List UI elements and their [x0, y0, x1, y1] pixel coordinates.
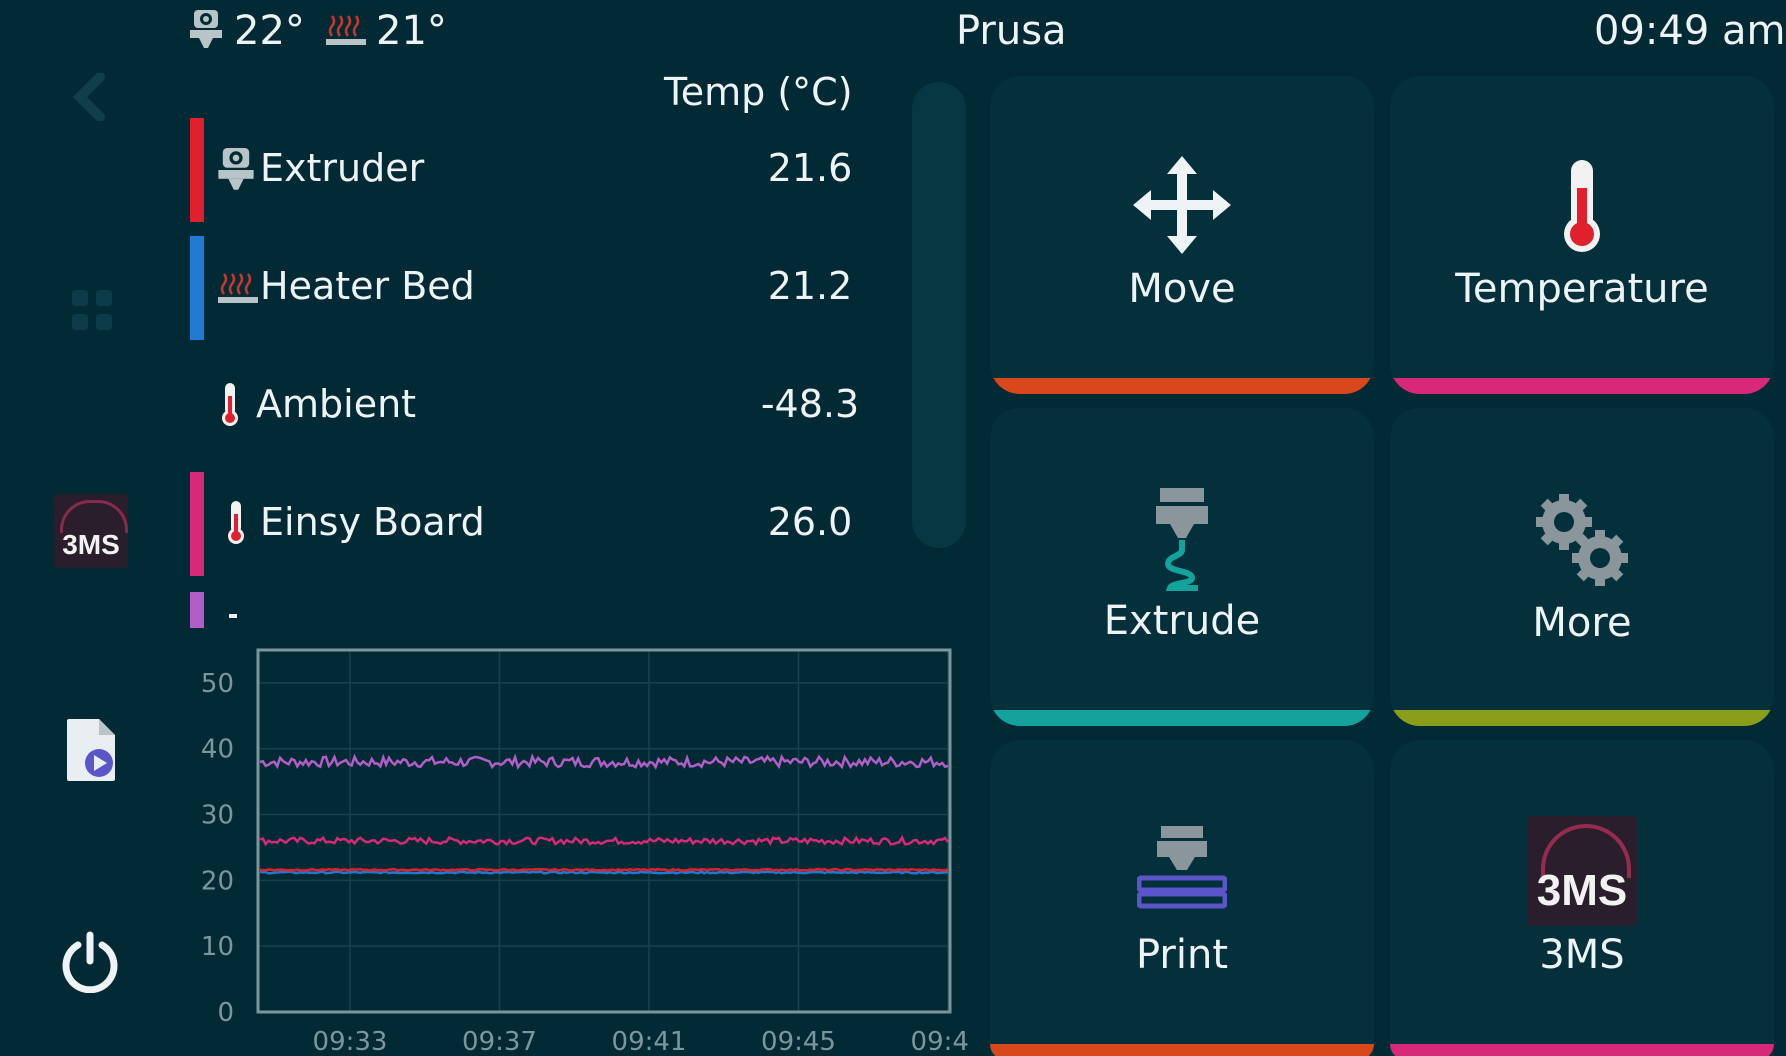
temperature-list-scrollbar[interactable] [912, 82, 966, 548]
tile-label: More [1532, 600, 1632, 646]
printer-name: Prusa [956, 8, 1067, 54]
3ms-logo: 3MS [1527, 816, 1637, 926]
gears-icon [1536, 494, 1628, 586]
extruder-temp: 22° [234, 8, 305, 54]
sensor-row-einsy-board[interactable]: Einsy Board 26.0 [190, 472, 890, 576]
power-icon [62, 931, 118, 993]
grid-icon [72, 290, 112, 330]
move-arrows-icon [1133, 156, 1231, 254]
3ms-button[interactable]: 3MS 3MS [1390, 740, 1774, 1056]
bed-temp: 21° [376, 8, 447, 54]
tile-accent [990, 710, 1374, 726]
tile-label: Temperature [1455, 266, 1709, 312]
tile-accent [990, 378, 1374, 394]
power-button[interactable] [56, 926, 124, 998]
tile-label: Print [1135, 932, 1228, 978]
y-tick-label: 0 [217, 998, 234, 1028]
sensor-color-bar [190, 472, 204, 576]
series-line [259, 834, 950, 847]
tile-accent [1390, 378, 1774, 394]
print-icon [1137, 826, 1227, 909]
series-line [259, 867, 949, 872]
sensor-value: 26.0 [767, 500, 853, 544]
thermometer-icon [222, 383, 238, 426]
3ms-logo-text: 3MS [62, 529, 120, 560]
x-tick-label: 09:33 [313, 1027, 388, 1056]
more-button[interactable]: More [1390, 408, 1774, 726]
back-button[interactable] [60, 62, 120, 132]
x-tick-label: 09:41 [612, 1027, 687, 1056]
extruder-icon [218, 148, 254, 190]
y-tick-label: 10 [201, 932, 234, 962]
sensor-row-extruder[interactable]: Extruder 21.6 [190, 118, 890, 222]
sensor-row-heater-bed[interactable]: Heater Bed 21.2 [190, 236, 890, 340]
move-button[interactable]: Move [990, 76, 1374, 394]
tile-accent [990, 1044, 1374, 1056]
temperature-chart: 50 40 30 20 10 0 09:33 09:37 09:41 09:45 09:49 [201, 648, 970, 1056]
extrude-button[interactable]: Extrude [990, 408, 1374, 726]
chart-frame [256, 648, 952, 1014]
print-button[interactable]: Print [990, 740, 1374, 1056]
heater-bed-icon [326, 15, 366, 45]
y-tick-label: 50 [201, 669, 234, 699]
thermometer-icon [1564, 160, 1600, 252]
tile-label: 3MS [1539, 932, 1625, 978]
temp-header: Temp (°C) [664, 70, 853, 114]
clock: 09:49 am [1594, 8, 1786, 54]
extruder-icon [190, 10, 222, 48]
sensor-name: Einsy Board [260, 500, 485, 544]
sensor-value: 21.2 [767, 264, 853, 308]
x-tick-label: 09:45 [761, 1027, 836, 1056]
sensor-color-bar [190, 236, 204, 340]
sensor-color-bar [190, 118, 204, 222]
file-play-icon [67, 719, 115, 781]
thermometer-icon [228, 501, 244, 544]
tile-label: Move [1128, 266, 1236, 312]
extrude-icon [1156, 488, 1208, 591]
temperature-button[interactable]: Temperature [1390, 76, 1774, 394]
heater-bed-icon [218, 273, 258, 303]
sensor-color-bar-partial [190, 592, 204, 628]
tile-accent [1390, 1044, 1774, 1056]
sidebar-3ms-button[interactable]: 3MS [54, 494, 128, 568]
series-line [259, 753, 949, 770]
sensor-value: -48.3 [760, 382, 860, 426]
sensor-row-ambient[interactable]: Ambient -48.3 [190, 354, 890, 458]
chevron-left-icon [72, 73, 105, 121]
y-tick-label: 30 [201, 801, 234, 831]
x-tick-label: 09:37 [462, 1027, 537, 1056]
tile-label: Extrude [1103, 598, 1261, 644]
dashboard-button[interactable] [62, 280, 122, 340]
print-files-button[interactable] [60, 712, 122, 788]
sensor-name: Heater Bed [260, 264, 475, 308]
3ms-logo-text: 3MS [1536, 866, 1628, 915]
x-tick-label: 09:49 [911, 1027, 970, 1056]
sensor-value: 21.6 [767, 146, 853, 190]
tile-accent [1390, 710, 1774, 726]
y-tick-label: 40 [201, 735, 234, 765]
sensor-name: Ambient [256, 382, 417, 426]
sensor-name: Extruder [260, 146, 425, 190]
series-line [259, 870, 949, 875]
sensor-row-cutoff [229, 614, 237, 618]
y-tick-label: 20 [201, 866, 234, 896]
